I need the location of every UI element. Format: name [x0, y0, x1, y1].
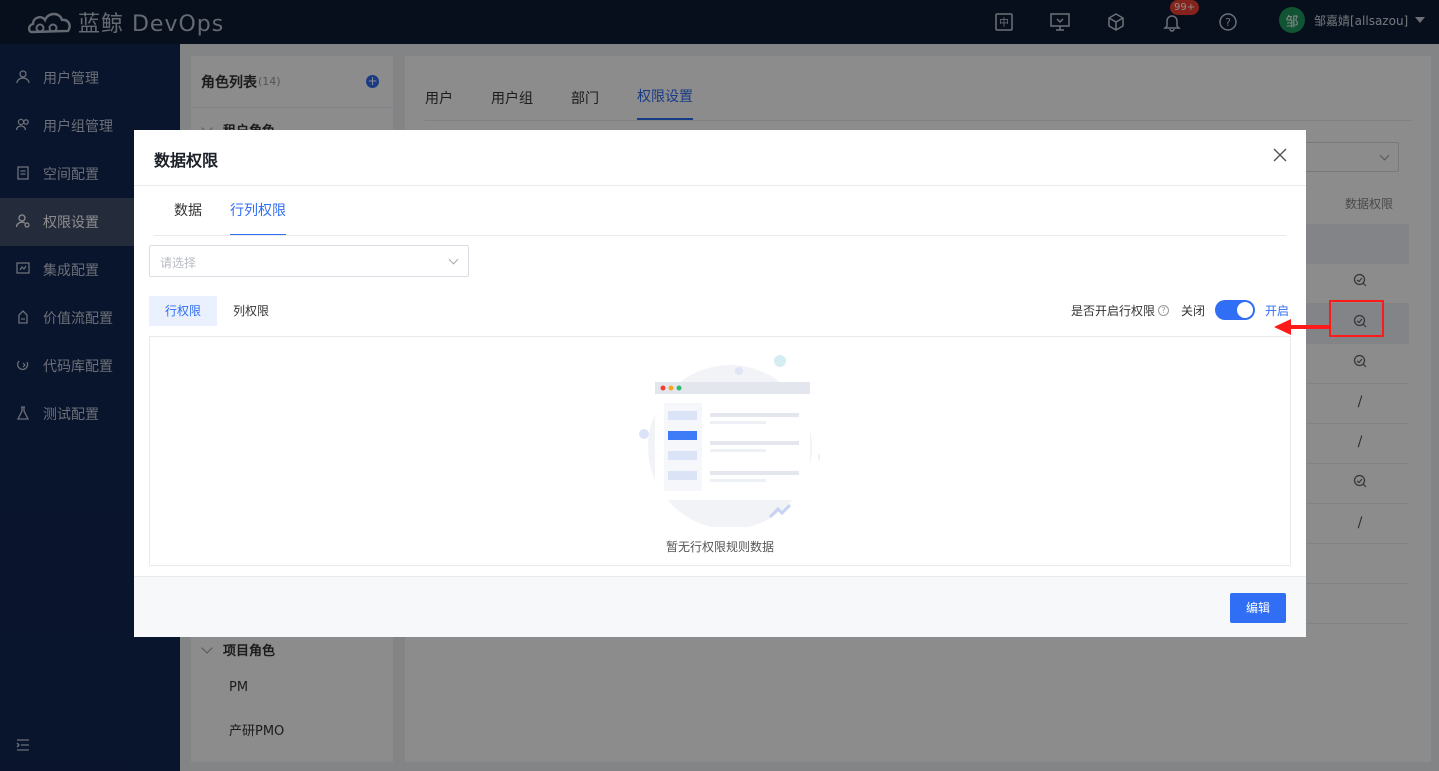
segment-column-permission[interactable]: 列权限 [217, 296, 285, 326]
segment-row-permission[interactable]: 行权限 [149, 296, 218, 326]
annotation-arrow-icon [1274, 319, 1329, 335]
dialog-title: 数据权限 [154, 151, 219, 170]
row-permission-toggle[interactable] [1215, 300, 1256, 320]
tabs-divider [154, 235, 1286, 236]
toggle-knob [1237, 302, 1254, 318]
data-select[interactable]: 请选择 [149, 245, 469, 277]
tab-row-column-permission[interactable]: 行列权限 [230, 186, 286, 236]
help-icon[interactable]: ? [1158, 304, 1170, 316]
empty-illustration-icon [639, 355, 820, 527]
close-icon[interactable] [1272, 147, 1288, 163]
tab-data[interactable]: 数据 [174, 186, 202, 236]
annotation-highlight-box [1329, 300, 1384, 337]
permission-segment: 行权限 列权限 [149, 296, 285, 326]
chevron-down-icon [448, 254, 459, 265]
switch-on-label: 开启 [1265, 303, 1290, 318]
dialog-footer: 编辑 [134, 576, 1306, 637]
select-placeholder: 请选择 [160, 256, 197, 270]
switch-label: 是否开启行权限 [1071, 303, 1156, 318]
dialog-tabs: 数据 行列权限 [174, 186, 314, 236]
data-permission-dialog: 数据权限 数据 行列权限 请选择 行权限 列权限 是否开启行权限 ? 关闭 开启 [134, 130, 1306, 637]
edit-button[interactable]: 编辑 [1230, 593, 1286, 623]
switch-off-label: 关闭 [1181, 303, 1206, 318]
row-permission-switch-group: 是否开启行权限 ? 关闭 开启 [1071, 300, 1289, 320]
empty-text: 暂无行权限规则数据 [665, 540, 774, 554]
empty-state: 暂无行权限规则数据 [149, 336, 1291, 566]
